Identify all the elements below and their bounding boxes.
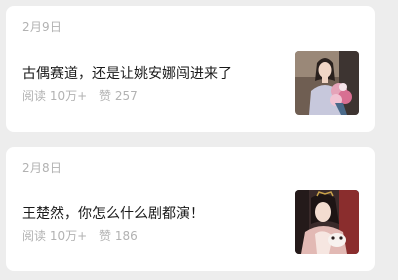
like-label: 赞 [99,229,112,243]
woman-in-costume-image [295,190,359,254]
article-date: 2月9日 [22,20,63,34]
article-card[interactable]: 2月9日 古偶赛道，还是让姚安娜闯进来了 阅读 10万+ 赞 257 [6,6,375,132]
read-label: 阅读 [22,229,47,243]
article-thumbnail[interactable] [295,190,359,254]
article-title[interactable]: 古偶赛道，还是让姚安娜闯进来了 [22,65,284,83]
article-stats: 阅读 10万+ 赞 257 [22,88,138,104]
article-date: 2月8日 [22,161,63,175]
article-feed: 2月9日 古偶赛道，还是让姚安娜闯进来了 阅读 10万+ 赞 257 2月8日 … [0,0,398,280]
like-count: 257 [114,89,138,103]
read-label: 阅读 [22,89,47,103]
article-title[interactable]: 王楚然，你怎么什么剧都演！ [22,205,284,223]
like-label: 赞 [99,89,112,103]
woman-with-bouquet-image [295,51,359,115]
read-count: 10万+ [49,229,88,243]
article-stats: 阅读 10万+ 赞 186 [22,228,138,244]
article-thumbnail[interactable] [295,51,359,115]
like-count: 186 [114,229,138,243]
read-count: 10万+ [49,89,88,103]
article-card[interactable]: 2月8日 王楚然，你怎么什么剧都演！ 阅读 10万+ 赞 186 [6,147,375,271]
